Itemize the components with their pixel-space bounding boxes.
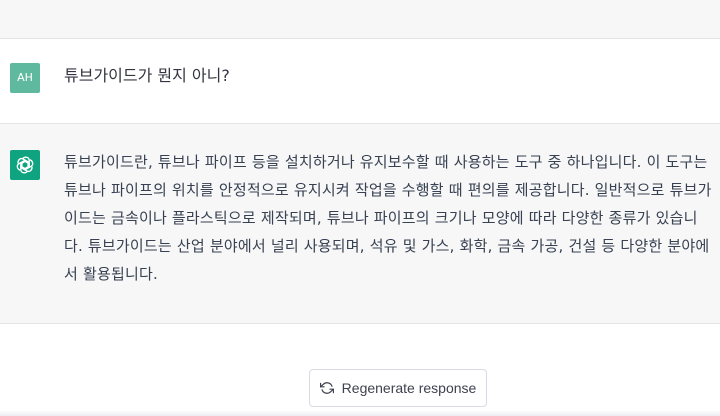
user-message-text: 튜브가이드가 뭔지 아니? xyxy=(64,66,230,85)
openai-logo-icon xyxy=(16,156,34,174)
previous-message-area xyxy=(0,0,720,39)
user-message: AH 튜브가이드가 뭔지 아니? xyxy=(0,39,720,124)
input-area-shadow xyxy=(0,410,720,416)
regenerate-response-button[interactable]: Regenerate response xyxy=(309,369,487,407)
regenerate-response-label: Regenerate response xyxy=(341,380,477,396)
user-avatar: AH xyxy=(10,63,40,93)
refresh-icon xyxy=(319,382,334,394)
assistant-message: 튜브가이드란, 튜브나 파이프 등을 설치하거나 유지보수할 때 사용하는 도구… xyxy=(0,124,720,324)
assistant-avatar xyxy=(10,150,40,180)
assistant-message-text: 튜브가이드란, 튜브나 파이프 등을 설치하거나 유지보수할 때 사용하는 도구… xyxy=(64,153,712,283)
